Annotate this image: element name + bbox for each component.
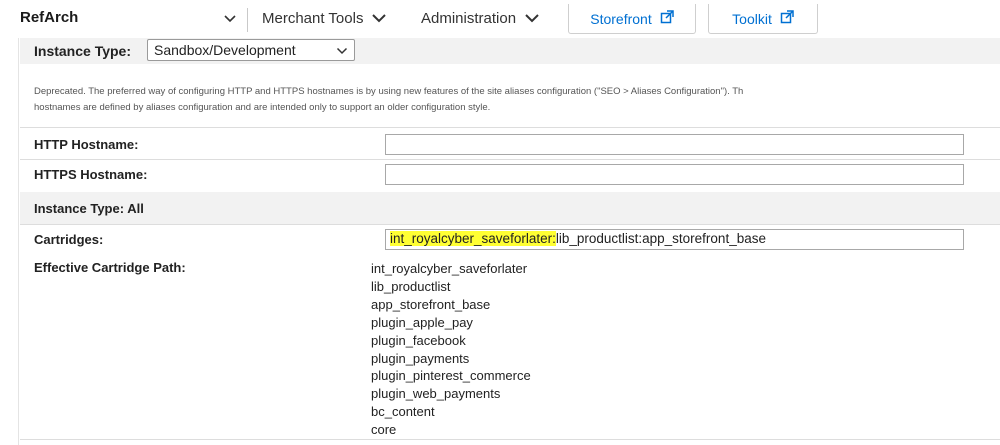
cartridges-highlighted-text: int_royalcyber_saveforlater: bbox=[390, 231, 556, 246]
nav-divider bbox=[247, 8, 248, 32]
instance-type-all-row: Instance Type: All bbox=[20, 192, 1000, 224]
chevron-down-icon bbox=[371, 10, 387, 27]
button-label: Toolkit bbox=[732, 10, 772, 27]
cartridge-path-item: plugin_apple_pay bbox=[371, 314, 473, 330]
cartridge-path-item: plugin_payments bbox=[371, 350, 470, 366]
toolkit-button[interactable]: Toolkit bbox=[708, 4, 818, 34]
external-link-icon bbox=[780, 10, 794, 27]
cartridge-path-item: plugin_web_payments bbox=[371, 386, 501, 402]
menu-label: Administration bbox=[421, 10, 517, 27]
cartridge-path-item: int_royalcyber_saveforlater bbox=[371, 261, 528, 276]
menu-merchant-tools[interactable]: Merchant Tools bbox=[262, 10, 387, 27]
external-link-icon bbox=[660, 10, 674, 27]
http-hostname-label: HTTP Hostname: bbox=[34, 137, 139, 152]
site-settings-panel: Instance Type: Sandbox/Development Depre… bbox=[20, 38, 1000, 445]
cartridge-path-item: lib_productlist bbox=[371, 278, 451, 294]
https-hostname-input[interactable] bbox=[385, 164, 964, 185]
instance-type-value: Sandbox/Development bbox=[154, 42, 296, 58]
cartridges-input[interactable]: int_royalcyber_saveforlater:lib_productl… bbox=[385, 229, 964, 250]
divider bbox=[20, 159, 1000, 160]
cartridges-text: lib_productlist:app_storefront_base bbox=[555, 231, 766, 246]
storefront-button[interactable]: Storefront bbox=[568, 4, 696, 34]
divider bbox=[20, 127, 1000, 128]
cartridge-path-item: app_storefront_base bbox=[371, 296, 491, 312]
effective-cartridge-path-list: int_royalcyber_saveforlater lib_productl… bbox=[371, 260, 531, 439]
site-name[interactable]: RefArch bbox=[20, 9, 78, 26]
instance-type-select[interactable]: Sandbox/Development bbox=[147, 39, 355, 61]
menu-administration[interactable]: Administration bbox=[421, 10, 540, 27]
cartridges-label: Cartridges: bbox=[34, 232, 104, 247]
divider bbox=[20, 224, 1000, 225]
chevron-down-icon[interactable] bbox=[223, 11, 237, 29]
menu-label: Merchant Tools bbox=[262, 10, 364, 27]
effective-cartridge-path-label: Effective Cartridge Path: bbox=[34, 260, 186, 275]
cartridge-path-item: plugin_facebook bbox=[371, 332, 466, 348]
cartridge-path-item: bc_content bbox=[371, 404, 435, 420]
notice-line: hostnames are defined by aliases configu… bbox=[34, 102, 491, 113]
instance-type-all-label: Instance Type: All bbox=[34, 201, 144, 216]
cartridge-path-item: core bbox=[371, 422, 397, 438]
cartridge-path-item: plugin_pinterest_commerce bbox=[371, 368, 531, 384]
deprecation-notice: Deprecated. The preferred way of configu… bbox=[34, 84, 1000, 116]
chevron-down-icon bbox=[524, 10, 540, 27]
instance-type-row: Instance Type: Sandbox/Development bbox=[20, 38, 1000, 64]
instance-type-label: Instance Type: bbox=[34, 43, 131, 59]
top-nav: RefArch Merchant Tools Administration St… bbox=[0, 0, 1000, 38]
chevron-down-icon bbox=[336, 42, 348, 58]
button-label: Storefront bbox=[590, 10, 652, 27]
notice-line: Deprecated. The preferred way of configu… bbox=[34, 86, 744, 97]
content-border bbox=[18, 38, 19, 445]
http-hostname-input[interactable] bbox=[385, 134, 964, 155]
divider bbox=[20, 439, 1000, 440]
https-hostname-label: HTTPS Hostname: bbox=[34, 167, 148, 182]
